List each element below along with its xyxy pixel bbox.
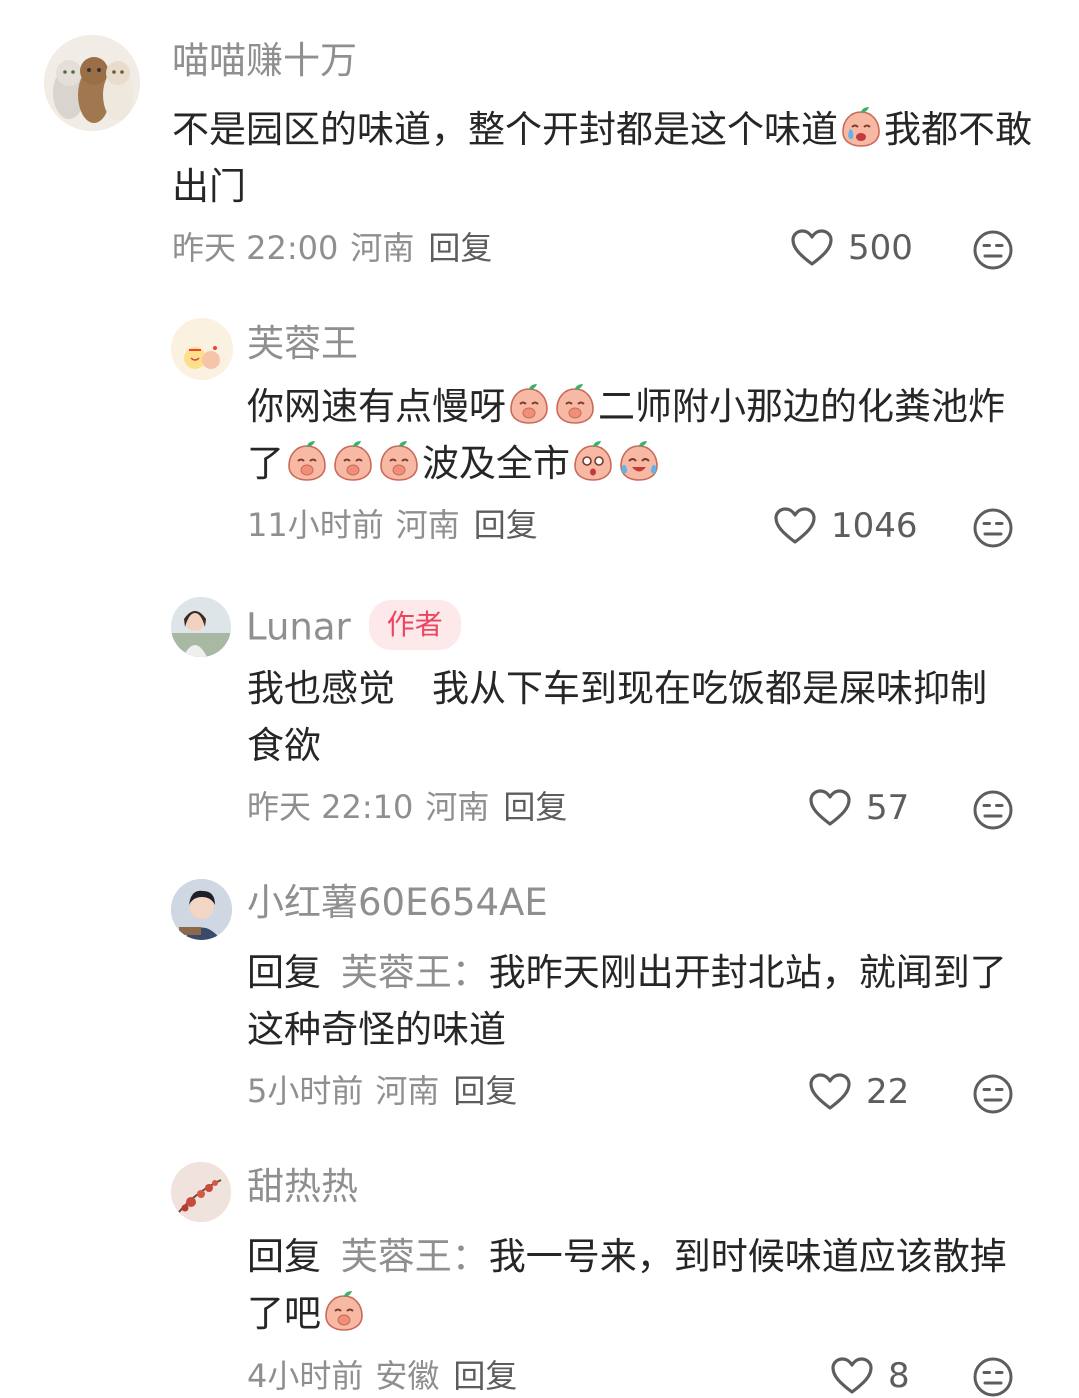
author-badge: 作者 bbox=[368, 600, 461, 650]
like-button[interactable]: 8 bbox=[830, 1356, 910, 1396]
username[interactable]: 甜热热 bbox=[247, 1168, 358, 1205]
comment-text-part: 不是园区的味道，整个开封都是这个味道 bbox=[172, 108, 838, 151]
comment-time: 11小时前 bbox=[247, 506, 384, 544]
shocked-emoji-icon bbox=[571, 439, 615, 483]
comment-text: 回复 芙蓉王：我一号来，到时候味道应该散掉了吧 bbox=[247, 1228, 1037, 1342]
comment-text-part: 波及全市 bbox=[422, 442, 570, 485]
like-count: 1046 bbox=[831, 506, 918, 546]
comment-time: 4小时前 bbox=[247, 1357, 364, 1395]
like-count: 500 bbox=[848, 228, 913, 268]
unhappy-face-icon[interactable] bbox=[972, 789, 1014, 831]
heart-outline-icon bbox=[830, 1356, 874, 1396]
comment-location: 河南 bbox=[375, 1072, 440, 1110]
flower-avatar-icon bbox=[171, 1162, 231, 1222]
username[interactable]: 小红薯60E654AE bbox=[247, 884, 548, 921]
cat-avatar-icon bbox=[44, 35, 140, 131]
shy-emoji-icon bbox=[553, 382, 597, 426]
comment-location: 河南 bbox=[350, 229, 415, 267]
comment-text: 你网速有点慢呀 二师附小那边的化粪池炸了 波及全市 bbox=[247, 378, 1037, 492]
reply-button[interactable]: 回复 bbox=[474, 506, 538, 544]
comment-time: 昨天 22:10 bbox=[247, 788, 414, 826]
unhappy-face-icon[interactable] bbox=[972, 1073, 1014, 1115]
avatar[interactable] bbox=[44, 35, 140, 131]
woman-avatar-icon bbox=[171, 597, 231, 657]
like-button[interactable]: 1046 bbox=[773, 506, 918, 546]
username[interactable]: 喵喵赚十万 bbox=[172, 42, 357, 79]
comment-meta: 11小时前 河南 回复 bbox=[247, 509, 538, 541]
like-button[interactable]: 57 bbox=[808, 788, 909, 828]
shy-emoji-icon bbox=[507, 382, 551, 426]
comment-time: 5小时前 bbox=[247, 1072, 364, 1110]
comment-meta: 5小时前 河南 回复 bbox=[247, 1075, 517, 1107]
shy-emoji-icon bbox=[322, 1289, 366, 1333]
comment-meta: 昨天 22:10 河南 回复 bbox=[247, 791, 567, 823]
comment-time: 昨天 22:00 bbox=[172, 229, 339, 267]
avatar[interactable] bbox=[171, 879, 232, 940]
unhappy-face-icon[interactable] bbox=[972, 1356, 1014, 1398]
unhappy-face-icon[interactable] bbox=[972, 507, 1014, 549]
heart-outline-icon bbox=[808, 1072, 852, 1112]
comment-location: 安徽 bbox=[375, 1357, 440, 1395]
heart-outline-icon bbox=[808, 788, 852, 828]
like-count: 8 bbox=[888, 1356, 910, 1396]
unhappy-face-icon[interactable] bbox=[972, 229, 1014, 271]
avatar[interactable] bbox=[171, 597, 231, 657]
comment-location: 河南 bbox=[425, 788, 490, 826]
reply-button[interactable]: 回复 bbox=[428, 229, 492, 267]
comment-meta: 4小时前 安徽 回复 bbox=[247, 1360, 517, 1392]
reply-prefix: 回复 bbox=[247, 1235, 321, 1278]
crying-emoji-icon bbox=[839, 105, 883, 149]
shy-emoji-icon bbox=[285, 439, 329, 483]
shy-emoji-icon bbox=[377, 439, 421, 483]
comment-text-part: 你网速有点慢呀 bbox=[247, 385, 506, 428]
comment-location: 河南 bbox=[395, 506, 460, 544]
comment-text: 不是园区的味道，整个开封都是这个味道 我都不敢出门 bbox=[172, 101, 1032, 215]
reply-prefix: 回复 bbox=[247, 951, 321, 994]
reply-button[interactable]: 回复 bbox=[453, 1357, 517, 1395]
reply-button[interactable]: 回复 bbox=[503, 788, 567, 826]
like-count: 22 bbox=[866, 1072, 910, 1112]
username-text: Lunar bbox=[246, 605, 351, 649]
reply-button[interactable]: 回复 bbox=[453, 1072, 517, 1110]
comment-text: 我也感觉 我从下车到现在吃饭都是屎味抑制食欲 bbox=[247, 667, 987, 767]
like-count: 57 bbox=[866, 788, 910, 828]
heart-outline-icon bbox=[790, 228, 834, 268]
laugh-cry-emoji-icon bbox=[617, 439, 661, 483]
avatar[interactable] bbox=[171, 318, 233, 380]
mention-link[interactable]: 芙蓉王： bbox=[341, 1235, 489, 1278]
username[interactable]: Lunar 作者 bbox=[246, 600, 461, 654]
comment-text: 回复 芙蓉王：我昨天刚出开封北站，就闻到了这种奇怪的味道 bbox=[247, 944, 1037, 1058]
mention-link[interactable]: 芙蓉王： bbox=[341, 951, 489, 994]
avatar[interactable] bbox=[171, 1162, 231, 1222]
comment-meta: 昨天 22:00 河南 回复 bbox=[172, 232, 492, 264]
boy-avatar-icon bbox=[171, 879, 232, 940]
shy-emoji-icon bbox=[331, 439, 375, 483]
like-button[interactable]: 22 bbox=[808, 1072, 909, 1112]
cartoon-avatar-icon bbox=[171, 318, 233, 380]
heart-outline-icon bbox=[773, 506, 817, 546]
like-button[interactable]: 500 bbox=[790, 228, 913, 268]
username[interactable]: 芙蓉王 bbox=[247, 325, 358, 362]
